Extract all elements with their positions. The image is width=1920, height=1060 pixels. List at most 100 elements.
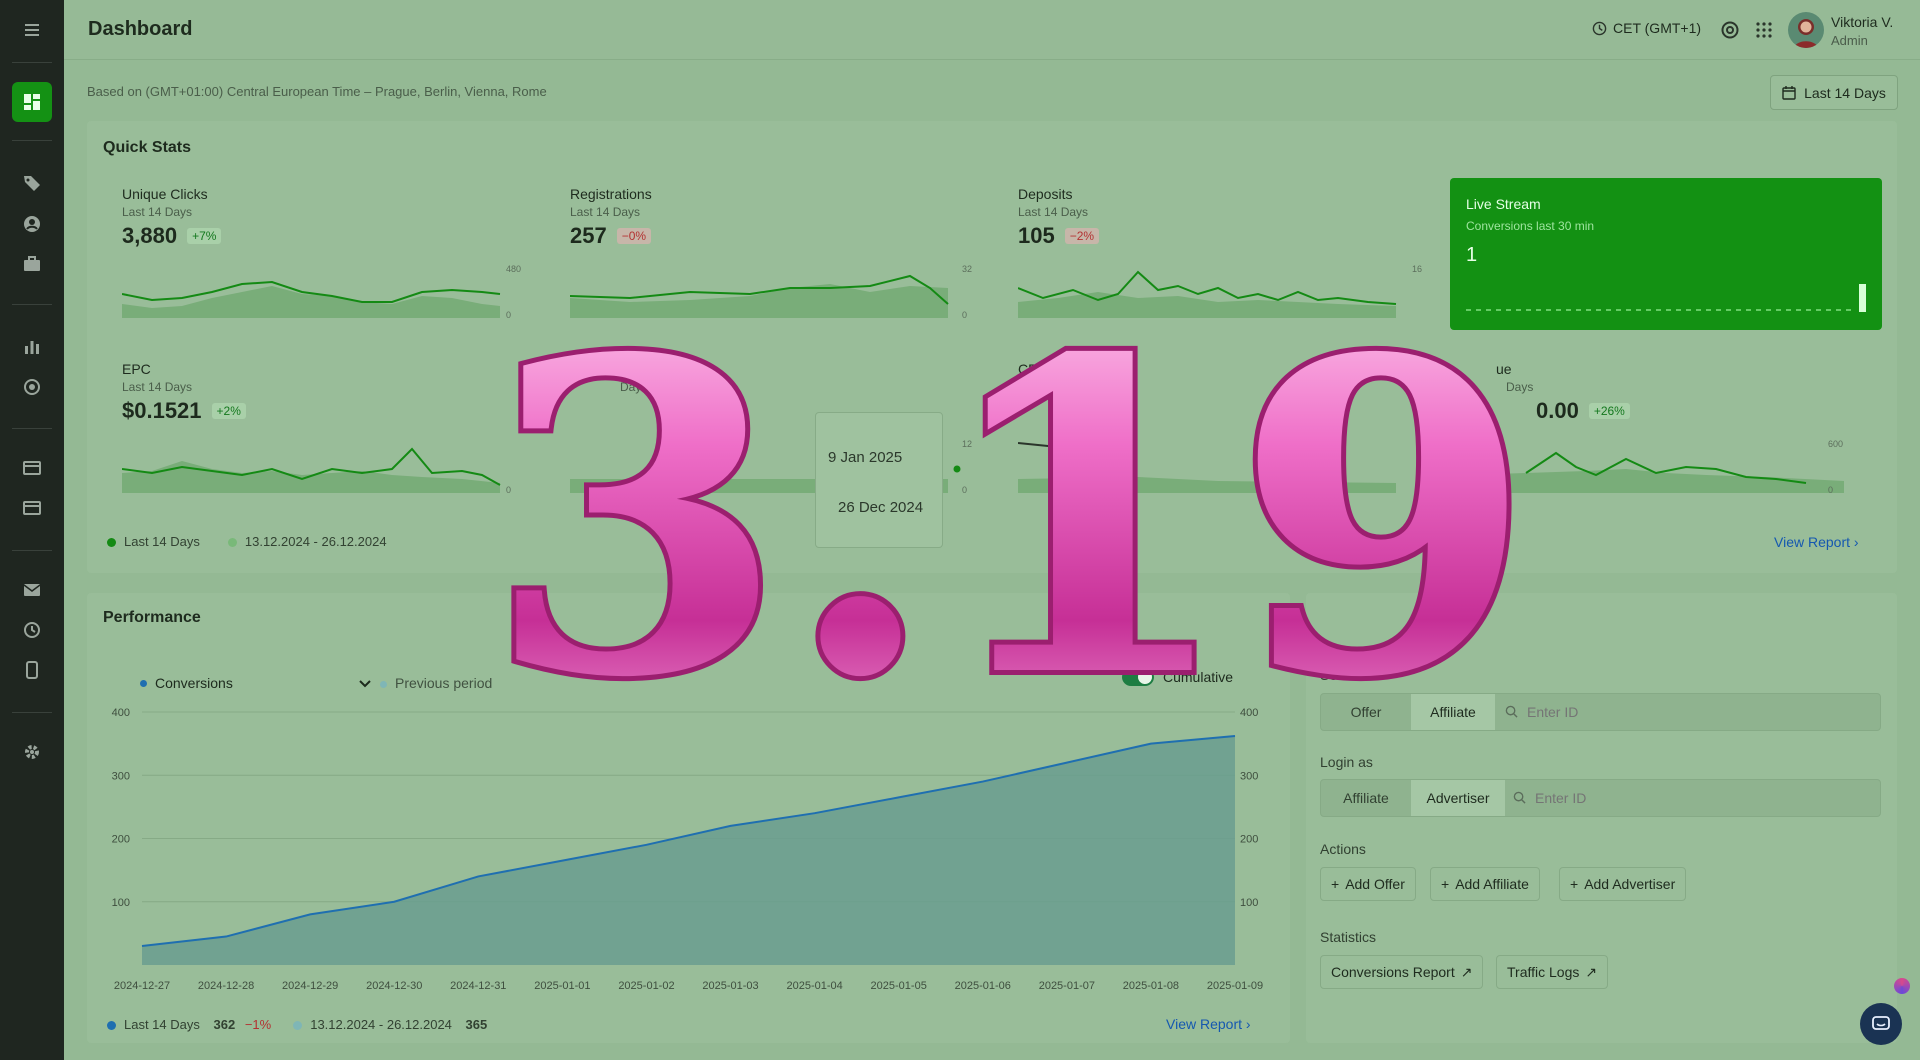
date-range-button[interactable]: Last 14 Days (1770, 75, 1898, 110)
x-tick-label: 2025-01-07 (1039, 980, 1095, 992)
stat-deposits: Deposits Last 14 Days 105 −2% 16 (1018, 186, 1422, 336)
change-badge: −0% (616, 228, 652, 244)
user-role: Admin (1831, 33, 1868, 48)
bar-chart-icon[interactable] (12, 326, 52, 366)
target-icon[interactable] (12, 367, 52, 407)
y-tick-label-left: 100 (112, 897, 130, 909)
y-max-label: 600 (1828, 439, 1843, 449)
live-stream-title: Live Stream (1466, 196, 1541, 212)
add-advertiser-label: Add Advertiser (1584, 876, 1676, 892)
stat-sub: Last 14 Days (122, 380, 193, 394)
avatar[interactable] (1788, 12, 1824, 48)
plus-icon: + (1331, 876, 1340, 892)
mobile-icon[interactable] (12, 650, 52, 690)
y-tick-label-right: 200 (1240, 834, 1258, 846)
login-id-input[interactable] (1505, 780, 1877, 816)
add-affiliate-button[interactable]: + Add Affiliate (1430, 867, 1540, 901)
legend-previous: 13.12.2024 - 26.12.2024 (310, 1017, 452, 1032)
performance-view-report-link[interactable]: View Report › (1166, 1016, 1251, 1032)
search-tab-affiliate[interactable]: Affiliate (1411, 694, 1495, 730)
quick-stats-legend: Last 14 Days 13.12.2024 - 26.12.2024 (107, 534, 387, 549)
stat-value: 3,880 (122, 223, 178, 248)
menu-icon[interactable] (12, 10, 52, 50)
y-min-label: 0 (962, 310, 967, 318)
x-tick-label: 2024-12-27 (114, 980, 170, 992)
stat-value: 0.00 (1536, 398, 1579, 423)
search-tab-offer[interactable]: Offer (1321, 694, 1411, 730)
sparkline-registrations: 32 0 (570, 264, 972, 318)
quick-stats-title: Quick Stats (103, 139, 192, 156)
plus-icon: + (1570, 876, 1579, 892)
performance-legend: Last 14 Days 362 −1% 13.12.2024 - 26.12.… (107, 1017, 487, 1032)
search-id-input[interactable] (1497, 694, 1877, 730)
stat-sub: Days (620, 380, 648, 394)
live-stream-card[interactable]: Live Stream Conversions last 30 min 1 (1450, 178, 1882, 330)
stat-cr: CR D (1018, 361, 1398, 511)
stat-label: Unique Clicks (122, 186, 208, 202)
change-badge: +2% (211, 403, 246, 419)
x-tick-label: 2025-01-06 (955, 980, 1011, 992)
support-icon[interactable] (1718, 18, 1742, 42)
stat-label: Deposits (1018, 186, 1073, 202)
x-tick-label: 2025-01-09 (1207, 980, 1263, 992)
assistant-icon[interactable] (1894, 978, 1910, 994)
x-tick-label: 2025-01-01 (534, 980, 590, 992)
y-max-label: 480 (506, 264, 521, 274)
conversions-report-button[interactable]: Conversions Report ↗ (1320, 955, 1484, 989)
user-name: Viktoria V. (1831, 14, 1894, 30)
quick-stats-view-report-link[interactable]: View Report › (1774, 534, 1859, 550)
cumulative-toggle[interactable] (1122, 668, 1154, 686)
legend-dot (293, 1021, 303, 1031)
y-max-label: 12 (962, 439, 972, 449)
history-icon[interactable] (12, 610, 52, 650)
add-offer-button[interactable]: + Add Offer (1320, 867, 1416, 901)
legend-dot (227, 538, 237, 548)
timezone-button[interactable]: CET (GMT+1) (1592, 20, 1701, 36)
stat-unique-clicks: Unique Clicks Last 14 Days 3,880 +7% 480 … (122, 186, 521, 336)
card-alt-icon[interactable] (12, 488, 52, 528)
add-advertiser-button[interactable]: + Add Advertiser (1559, 867, 1687, 901)
date-range-label: Last 14 Days (1804, 84, 1886, 101)
current-change: −1% (244, 1017, 272, 1032)
stat-label: Registrations (570, 186, 652, 202)
traffic-logs-button[interactable]: Traffic Logs ↗ (1496, 955, 1609, 989)
metric-select[interactable]: Conversions (140, 675, 371, 691)
user-icon[interactable] (12, 204, 52, 244)
briefcase-icon[interactable] (12, 244, 52, 284)
sparkline-cr (1018, 442, 1396, 493)
x-tick-label: 2024-12-29 (282, 980, 338, 992)
stat-value: $0.1521 (122, 398, 202, 423)
stat-label: CR D (1018, 361, 1053, 377)
plus-icon: + (1441, 876, 1450, 892)
y-max-label: 16 (1412, 264, 1422, 274)
sparkline-revenue: 600 0 (1466, 439, 1844, 493)
sidebar-divider (12, 140, 52, 141)
statistics-label: Statistics (1320, 929, 1377, 945)
stat-epc: EPC Last 14 Days $0.1521 +2% 0 (122, 361, 511, 511)
previous-period-legend: Previous period (380, 675, 492, 691)
y-tick-label-left: 200 (112, 834, 130, 846)
login-tab-advertiser[interactable]: Advertiser (1411, 780, 1505, 816)
legend-dot (107, 1021, 116, 1031)
stat-sub: Days (1506, 380, 1534, 394)
external-link-icon: ↗ (1460, 963, 1473, 980)
settings-icon[interactable] (12, 732, 52, 772)
search-label: Search (1320, 667, 1365, 683)
timezone-label: CET (GMT+1) (1613, 20, 1702, 36)
live-stream-graph (1466, 284, 1866, 312)
y-tick-label-left: 400 (112, 707, 130, 719)
card-icon[interactable] (12, 448, 52, 488)
change-badge: +26% (1588, 403, 1630, 419)
mail-icon[interactable] (12, 570, 52, 610)
tag-icon[interactable] (12, 163, 52, 203)
x-tick-label: 2024-12-30 (366, 980, 422, 992)
y-min-label: 0 (1828, 485, 1833, 493)
change-badge: +7% (187, 228, 222, 244)
dashboard-icon[interactable] (12, 82, 52, 122)
login-tab-affiliate[interactable]: Affiliate (1321, 780, 1411, 816)
apps-grid-icon[interactable] (1752, 18, 1776, 42)
stat-registrations: Registrations Last 14 Days 257 −0% 32 0 (570, 186, 972, 336)
chat-button[interactable] (1860, 1003, 1902, 1045)
chevron-right-icon: › (1245, 1016, 1251, 1032)
actions-label: Actions (1320, 841, 1366, 857)
